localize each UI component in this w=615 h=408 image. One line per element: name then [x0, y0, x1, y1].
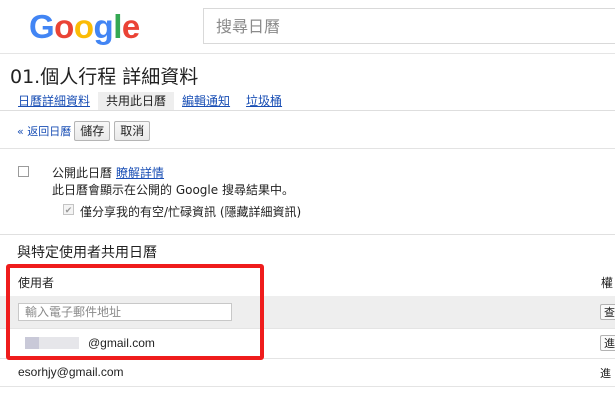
column-header-permission: 權 [601, 276, 614, 290]
tab-bar: 日曆詳細資料 共用此日曆 編輯通知 垃圾桶 [10, 92, 290, 110]
logo-letter: o [54, 8, 74, 45]
busy-only-checkbox[interactable]: ✔ [63, 204, 74, 215]
cancel-button[interactable]: 取消 [114, 121, 151, 141]
tabs-divider [0, 110, 615, 111]
tab-trash[interactable]: 垃圾桶 [238, 92, 290, 110]
tab-calendar-details[interactable]: 日曆詳細資料 [10, 92, 98, 110]
row-divider [0, 386, 615, 387]
back-to-calendar-link[interactable]: « 返回日曆 [17, 123, 71, 139]
permission-dropdown[interactable]: 查看 [600, 304, 615, 320]
learn-more-link[interactable]: 瞭解詳情 [116, 166, 164, 180]
user-permission-dropdown[interactable]: 進 [600, 335, 615, 351]
email-address-input[interactable] [18, 303, 232, 321]
logo-letter: G [29, 8, 55, 45]
redacted-email-block [39, 337, 79, 349]
page-title: 01.個人行程 詳細資料 [10, 66, 199, 88]
search-box [203, 8, 615, 44]
shared-user-email: esorhjy@gmail.com [18, 365, 124, 379]
actions-divider [0, 148, 615, 149]
public-calendar-checkbox[interactable] [18, 166, 29, 177]
column-header-user: 使用者 [18, 276, 55, 290]
user-permission-text: 進 [600, 367, 611, 380]
shared-user-email: @gmail.com [88, 336, 155, 350]
redacted-email-block [25, 337, 39, 349]
logo-letter: g [93, 8, 114, 45]
section-divider [0, 234, 615, 235]
row-divider [0, 358, 615, 359]
logo-letter: e [121, 8, 140, 45]
tab-edit-notifications[interactable]: 編輯通知 [174, 92, 238, 110]
busy-only-label: 僅分享我的有空/忙碌資訊 (隱藏詳細資訊) [80, 205, 302, 219]
google-logo[interactable]: Google [29, 8, 140, 46]
share-section-title: 與特定使用者共用日曆 [17, 245, 157, 261]
row-divider [0, 328, 615, 329]
action-bar: « 返回日曆 儲存 取消 [17, 121, 154, 141]
search-input[interactable] [216, 15, 596, 37]
logo-letter: o [73, 8, 94, 45]
save-button[interactable]: 儲存 [74, 121, 111, 141]
public-calendar-label: 公開此日曆 瞭解詳情 [52, 164, 164, 181]
tab-share-calendar[interactable]: 共用此日曆 [98, 92, 175, 110]
logo-letter: l [113, 8, 122, 45]
public-calendar-description: 此日曆會顯示在公開的 Google 搜尋結果中。 [52, 183, 294, 197]
public-calendar-label-text: 公開此日曆 [52, 166, 113, 180]
header-divider [0, 53, 615, 54]
